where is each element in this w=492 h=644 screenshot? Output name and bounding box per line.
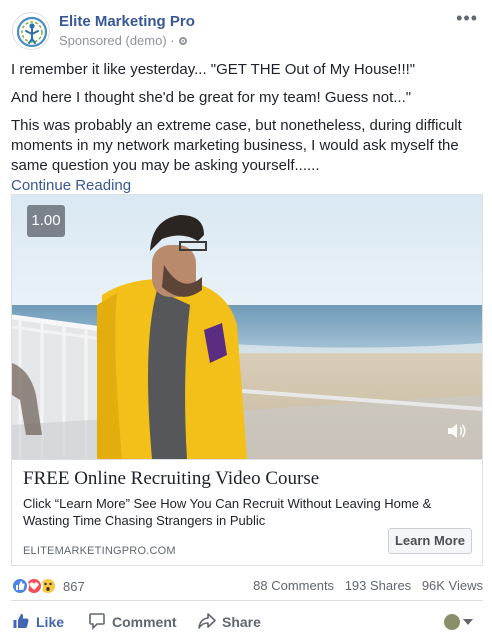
sponsored-text: Sponsored (demo) · (59, 33, 179, 48)
engagement-counts: 88 Comments 193 Shares 96K Views (246, 578, 483, 593)
share-arrow-icon (198, 613, 216, 629)
like-label: Like (36, 614, 65, 630)
post-text-line: And here I thought she'd be great for my… (11, 89, 412, 106)
comment-bubble-icon (89, 613, 105, 630)
page-name-link[interactable]: Elite Marketing Pro (59, 13, 195, 30)
ad-headline[interactable]: FREE Online Recruiting Video Course (23, 468, 319, 490)
like-reaction-icon (11, 577, 29, 595)
share-label: Share (222, 614, 261, 630)
ad-card[interactable]: 1.00 FREE Online Recruiting Video Course… (11, 194, 483, 566)
video-frame-image (12, 195, 482, 459)
like-button[interactable]: Like (12, 612, 64, 632)
audience-gear-icon[interactable] (178, 36, 188, 46)
views-count: 96K Views (421, 578, 483, 593)
ellipsis-icon[interactable]: ••• (456, 8, 478, 29)
post-message: I remember it like yesterday... "GET THE… (11, 60, 483, 196)
page-logo-avatar[interactable] (12, 12, 50, 50)
ad-description: Click “Learn More” See How You Can Recru… (23, 496, 432, 528)
comment-label: Comment (112, 614, 177, 630)
share-button[interactable]: Share (198, 612, 261, 632)
caret-down-icon (463, 619, 473, 625)
playback-speed-badge[interactable]: 1.00 (27, 205, 65, 237)
post-stats-bar: 867 88 Comments 193 Shares 96K Views (11, 576, 483, 596)
ad-domain: ELITEMARKETINGPRO.COM (23, 545, 176, 557)
video-player[interactable]: 1.00 (12, 195, 482, 459)
viewer-selector[interactable] (444, 612, 474, 632)
continue-reading-link[interactable]: Continue Reading (11, 176, 483, 196)
viewer-avatar (444, 614, 460, 630)
post-actions-bar: Like Comment Share (0, 604, 492, 640)
sponsored-label: Sponsored (demo) · (59, 33, 188, 48)
post-text-line: I remember it like yesterday... "GET THE… (11, 61, 416, 78)
shares-count-link[interactable]: 193 Shares (345, 578, 412, 593)
reaction-count[interactable]: 867 (63, 579, 85, 594)
post-text-line: This was probably an extreme case, but n… (11, 117, 462, 174)
comments-count-link[interactable]: 88 Comments (253, 578, 334, 593)
learn-more-button[interactable]: Learn More (388, 528, 472, 554)
ad-link-preview[interactable]: FREE Online Recruiting Video Course Clic… (12, 459, 482, 565)
thumbs-up-icon (13, 613, 29, 628)
logo-icon (16, 16, 48, 48)
post-header: Elite Marketing Pro Sponsored (demo) · •… (0, 0, 492, 56)
actions-divider (11, 600, 483, 601)
comment-button[interactable]: Comment (88, 612, 177, 632)
speaker-icon[interactable] (446, 422, 468, 445)
